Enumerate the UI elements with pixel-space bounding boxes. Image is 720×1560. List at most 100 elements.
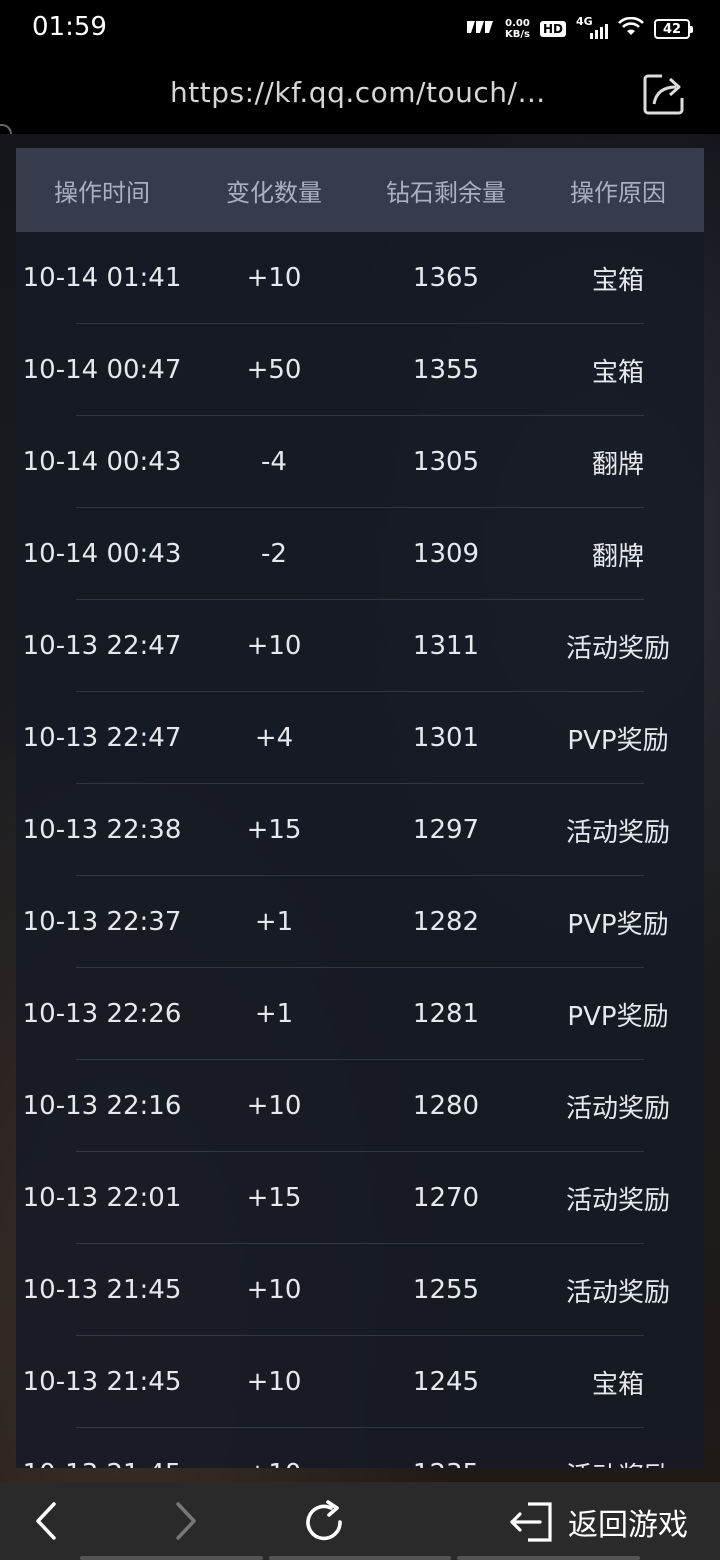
status-time: 01:59 xyxy=(32,12,107,42)
table-row: 10-13 22:47 +10 1311 活动奖励 xyxy=(16,600,704,692)
table-row: 10-13 21:45+101235活动奖励 xyxy=(16,1428,704,1468)
cell-change: +10 xyxy=(246,1091,302,1121)
cell-remaining: 1311 xyxy=(412,631,480,661)
return-to-game-label: 返回游戏 xyxy=(568,1508,688,1543)
table-row: 10-14 01:41 +10 1365 宝箱 xyxy=(16,232,704,324)
cell-change: +10 xyxy=(246,1275,302,1305)
cell-time: 10-14 00:43 xyxy=(22,539,182,569)
chevron-right-icon xyxy=(176,1502,196,1540)
table-body: 10-14 01:41 +10 1365 宝箱 10-14 00:47 +50 1355 宝箱… xyxy=(16,232,704,1468)
cell-remaining: 1301 xyxy=(412,723,480,753)
cell-reason: 活动奖励 xyxy=(565,1277,670,1308)
cell-time: 10-13 22:38 xyxy=(22,815,182,845)
battery-icon: 42 xyxy=(654,19,693,39)
cell-remaining: 1297 xyxy=(412,815,480,845)
cell-remaining: 1305 xyxy=(412,447,480,477)
cell-reason: 活动奖励 xyxy=(565,633,670,664)
cell-remaining: 1281 xyxy=(412,999,480,1029)
cell-change: +1 xyxy=(254,907,294,937)
cell-reason: 翻牌 xyxy=(591,541,644,572)
cell-time: 10-13 21:45 xyxy=(22,1367,182,1397)
table-row: 10-13 22:37 +1 1282 PVP奖励 xyxy=(16,876,704,968)
carrier-icon xyxy=(465,19,495,40)
cell-reason: 活动奖励 xyxy=(565,1185,670,1216)
forward-button[interactable] xyxy=(170,1498,210,1544)
cell-reason: PVP奖励 xyxy=(567,725,669,756)
share-button[interactable] xyxy=(642,72,688,116)
table-row: 10-13 22:16 +10 1280 活动奖励 xyxy=(16,1060,704,1152)
cell-change: +50 xyxy=(246,355,302,385)
net-speed-value: 0.00 xyxy=(505,18,530,29)
cell-change: +15 xyxy=(246,815,302,845)
cell-change: +10 xyxy=(246,1367,302,1397)
cell-change: +15 xyxy=(246,1183,302,1213)
cell-remaining: 1365 xyxy=(412,263,480,293)
url-text[interactable]: https://kf.qq.com/touch/… xyxy=(170,76,546,109)
share-icon xyxy=(643,74,684,115)
header-time: 操作时间 xyxy=(54,178,150,207)
cell-reason: 翻牌 xyxy=(591,449,644,480)
cell-time: 10-13 22:47 xyxy=(22,631,182,661)
bottom-nav-bar: 返回游戏 xyxy=(0,1482,720,1560)
cell-time: 10-14 00:43 xyxy=(22,447,182,477)
cell-reason: PVP奖励 xyxy=(567,909,669,940)
cell-reason: 活动奖励 xyxy=(565,1093,670,1124)
cell-remaining: 1270 xyxy=(412,1183,480,1213)
cell-change: +10 xyxy=(188,1459,360,1468)
chevron-left-icon xyxy=(36,1502,56,1540)
cell-change: -2 xyxy=(261,539,287,569)
cell-reason: PVP奖励 xyxy=(567,1001,669,1032)
url-bar: https://kf.qq.com/touch/… xyxy=(0,58,720,224)
refresh-icon xyxy=(306,1500,342,1541)
page-content: 操作时间 变化数量 钻石剩余量 操作原因 10-14 01:41 +10 1365 宝… xyxy=(0,134,720,1482)
cell-time: 10-13 22:47 xyxy=(22,723,182,753)
header-reason: 操作原因 xyxy=(570,178,666,207)
cell-remaining: 1255 xyxy=(412,1275,480,1305)
cell-time: 10-13 22:01 xyxy=(22,1183,182,1213)
cell-time: 10-13 22:26 xyxy=(22,999,182,1029)
hd-badge: HD xyxy=(539,21,566,37)
return-to-game-button[interactable]: 返回游戏 xyxy=(506,1500,688,1544)
cell-reason: 宝箱 xyxy=(591,357,644,388)
cell-change: +10 xyxy=(246,631,302,661)
cell-reason: 宝箱 xyxy=(591,1369,644,1400)
exit-icon xyxy=(510,1502,552,1542)
table-row: 10-13 22:01 +15 1270 活动奖励 xyxy=(16,1152,704,1244)
table-row: 10-13 22:26 +1 1281 PVP奖励 xyxy=(16,968,704,1060)
cell-time: 10-13 22:16 xyxy=(22,1091,182,1121)
cell-remaining: 1309 xyxy=(412,539,480,569)
cell-reason: 活动奖励 xyxy=(565,817,670,848)
net-speed-unit: KB/s xyxy=(505,29,530,40)
cell-time: 10-13 22:37 xyxy=(22,907,182,937)
header-remaining: 钻石剩余量 xyxy=(386,178,506,207)
table-row: 10-13 22:38 +15 1297 活动奖励 xyxy=(16,784,704,876)
table-row: 10-13 22:47 +4 1301 PVP奖励 xyxy=(16,692,704,784)
cell-time: 10-13 21:45 xyxy=(22,1275,182,1305)
cell-remaining: 1280 xyxy=(412,1091,480,1121)
cell-change: +4 xyxy=(254,723,294,753)
diamond-record-table: 操作时间 变化数量 钻石剩余量 操作原因 10-14 01:41 +10 1365 宝… xyxy=(16,148,704,1468)
back-button[interactable] xyxy=(30,1498,70,1544)
cell-remaining: 1282 xyxy=(412,907,480,937)
refresh-button[interactable] xyxy=(300,1498,352,1544)
signal-icon: 4G xyxy=(576,15,608,41)
cell-change: -4 xyxy=(261,447,287,477)
wifi-icon xyxy=(618,16,644,41)
table-row: 10-13 21:45 +10 1245 宝箱 xyxy=(16,1336,704,1428)
cell-remaining: 1235 xyxy=(360,1459,532,1468)
table-row: 10-14 00:43 -2 1309 翻牌 xyxy=(16,508,704,600)
status-bar: 01:59 0.00 KB/s HD 4G 42 xyxy=(0,0,720,58)
table-header: 操作时间 变化数量 钻石剩余量 操作原因 xyxy=(16,148,704,232)
cell-time: 10-14 01:41 xyxy=(22,263,182,293)
header-change: 变化数量 xyxy=(226,178,322,207)
cell-remaining: 1355 xyxy=(412,355,480,385)
cell-reason: 宝箱 xyxy=(591,265,644,296)
table-row: 10-14 00:43 -4 1305 翻牌 xyxy=(16,416,704,508)
cell-time: 10-14 00:47 xyxy=(22,355,182,385)
cell-remaining: 1245 xyxy=(412,1367,480,1397)
gesture-bar xyxy=(80,1556,641,1560)
cell-change: +1 xyxy=(254,999,294,1029)
cell-reason: 活动奖励 xyxy=(532,1456,704,1469)
table-row: 10-14 00:47 +50 1355 宝箱 xyxy=(16,324,704,416)
cell-time: 10-13 21:45 xyxy=(16,1459,188,1468)
